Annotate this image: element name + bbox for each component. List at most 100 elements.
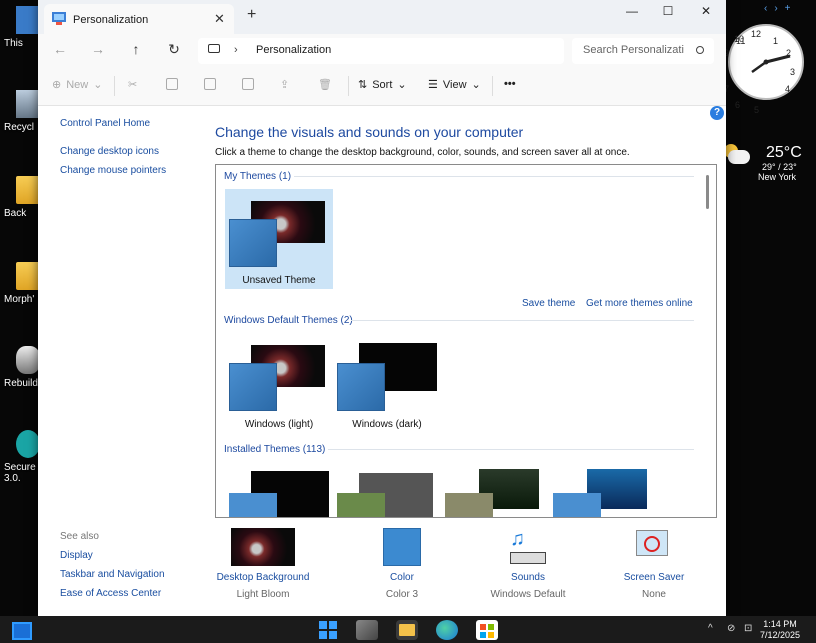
- close-tab-icon[interactable]: ✕: [214, 11, 225, 27]
- divider: [114, 76, 115, 96]
- new-tab-icon[interactable]: +: [247, 6, 256, 24]
- save-theme-link[interactable]: Save theme: [522, 298, 575, 309]
- paste-icon[interactable]: [204, 78, 216, 90]
- start-button[interactable]: [12, 622, 32, 640]
- divider: [492, 76, 493, 96]
- copy-icon[interactable]: [166, 78, 178, 90]
- theme-list[interactable]: My Themes (1) Unsaved Theme Save theme G…: [215, 164, 717, 518]
- search-input[interactable]: Search Personalizati: [572, 38, 714, 64]
- forward-arrow-icon[interactable]: →: [88, 41, 108, 57]
- search-placeholder: Search Personalizati: [583, 44, 684, 56]
- ease-of-access-link[interactable]: Ease of Access Center: [60, 588, 161, 599]
- share-icon[interactable]: ⇪: [280, 78, 289, 91]
- more-options-icon[interactable]: •••: [504, 78, 516, 90]
- computer-icon: [16, 6, 40, 34]
- screen-saver-icon: [634, 528, 674, 566]
- minimize-icon[interactable]: —: [622, 4, 642, 18]
- command-bar: ⊕ New ⌄ ✂ ⇪ 🗑 ⇅ Sort ⌄ ☰ View ⌄ •••: [38, 66, 726, 106]
- personalization-window: Personalization ✕ + — ☐ ✕ ← → ↑ ↻ › Pers…: [38, 0, 726, 616]
- theme-color-swatch: [553, 493, 601, 517]
- computer-icon: [208, 44, 220, 53]
- desktop-icon-label: Morph': [4, 294, 35, 305]
- theme-color-swatch: [337, 363, 385, 411]
- theme-installed-1[interactable]: [225, 463, 333, 517]
- gadget-controls[interactable]: ‹›+: [764, 3, 798, 14]
- task-view-icon[interactable]: [356, 620, 378, 640]
- theme-installed-4[interactable]: [549, 463, 657, 517]
- chevron-right-icon: ›: [234, 44, 238, 56]
- taskbar-navigation-link[interactable]: Taskbar and Navigation: [60, 569, 165, 580]
- tab-title: Personalization: [73, 14, 149, 26]
- plus-circle-icon: ⊕: [52, 79, 62, 91]
- file-explorer-icon[interactable]: [396, 620, 418, 640]
- theme-unsaved[interactable]: Unsaved Theme: [225, 189, 333, 289]
- theme-installed-2[interactable]: [333, 463, 441, 517]
- desktop-background-option[interactable]: Desktop Background Light Bloom: [203, 528, 323, 600]
- color-swatch: [383, 528, 421, 566]
- search-icon: [696, 46, 704, 54]
- divider: [351, 320, 694, 321]
- breadcrumb: Personalization: [256, 44, 332, 56]
- weather-high-low: 29° / 23°: [762, 162, 797, 172]
- theme-color-swatch: [337, 493, 385, 517]
- clock-gadget: 11 12 1 2 3 4 5 6 7 8 9 10: [720, 24, 804, 115]
- windows-start-icon[interactable]: [318, 620, 340, 640]
- clock-number: 5: [754, 105, 760, 115]
- change-mouse-pointers-link[interactable]: Change mouse pointers: [60, 165, 166, 176]
- chevron-down-icon: ⌄: [93, 79, 103, 91]
- tab-personalization[interactable]: Personalization ✕: [44, 4, 234, 34]
- control-panel-home-link[interactable]: Control Panel Home: [60, 118, 150, 129]
- option-label: Desktop Background: [216, 572, 310, 583]
- folder-icon: [16, 176, 40, 204]
- view-button[interactable]: ☰ View ⌄: [428, 78, 481, 92]
- address-bar[interactable]: › Personalization: [198, 38, 564, 64]
- get-more-themes-link[interactable]: Get more themes online: [586, 298, 693, 309]
- maximize-icon[interactable]: ☐: [658, 4, 678, 18]
- background-thumbnail: [231, 528, 295, 566]
- change-desktop-icons-link[interactable]: Change desktop icons: [60, 146, 159, 157]
- control-panel-icon: [52, 12, 66, 25]
- page-description: Click a theme to change the desktop back…: [215, 147, 630, 158]
- refresh-icon[interactable]: ↻: [164, 41, 184, 58]
- back-arrow-icon[interactable]: ←: [50, 41, 70, 57]
- system-clock[interactable]: 1:14 PM 7/12/2025: [760, 619, 800, 641]
- screen-saver-option[interactable]: Screen Saver None: [594, 528, 714, 600]
- group-default-themes: Windows Default Themes (2): [224, 315, 353, 326]
- secure-app-icon: [16, 430, 40, 458]
- delete-icon[interactable]: 🗑: [318, 78, 332, 91]
- divider: [294, 176, 694, 177]
- scrollbar[interactable]: [706, 175, 709, 209]
- help-icon[interactable]: ?: [710, 106, 724, 120]
- network-icon[interactable]: ⊘: [727, 623, 735, 634]
- edge-browser-icon[interactable]: [436, 620, 458, 640]
- close-window-icon[interactable]: ✕: [696, 4, 716, 18]
- new-button[interactable]: ⊕ New ⌄: [52, 78, 103, 92]
- theme-color-swatch: [229, 363, 277, 411]
- desktop-icon-label: Back: [4, 208, 27, 219]
- theme-installed-3[interactable]: [441, 463, 549, 517]
- chevron-up-icon[interactable]: ^: [708, 623, 713, 634]
- theme-windows-dark[interactable]: Windows (dark): [333, 333, 441, 433]
- recycle-bin-icon: [16, 90, 40, 118]
- option-value: None: [642, 589, 666, 600]
- group-my-themes: My Themes (1): [224, 171, 292, 182]
- theme-name: Windows (light): [244, 419, 314, 430]
- up-arrow-icon[interactable]: ↑: [126, 41, 146, 57]
- folder-icon: [16, 262, 40, 290]
- cut-icon[interactable]: ✂: [128, 78, 137, 91]
- taskbar-date: 7/12/2025: [760, 630, 801, 640]
- color-option[interactable]: Color Color 3: [342, 528, 462, 600]
- sort-button[interactable]: ⇅ Sort ⌄: [358, 78, 407, 92]
- cloud-icon: [728, 150, 750, 164]
- sounds-option[interactable]: ♫ Sounds Windows Default: [468, 528, 588, 600]
- desktop-icon-label: Recycl: [4, 122, 35, 133]
- rename-icon[interactable]: [242, 78, 254, 90]
- store-icon[interactable]: [476, 620, 498, 640]
- desktop-icon-label: Rebuild: [4, 378, 38, 389]
- option-value: Color 3: [385, 589, 419, 600]
- desktop-icon-label: This: [4, 38, 23, 49]
- display-icon[interactable]: ⊡: [744, 623, 752, 634]
- display-link[interactable]: Display: [60, 550, 93, 561]
- address-bar-row: ← → ↑ ↻ › Personalization Search Persona…: [38, 34, 726, 66]
- theme-windows-light[interactable]: Windows (light): [225, 333, 333, 433]
